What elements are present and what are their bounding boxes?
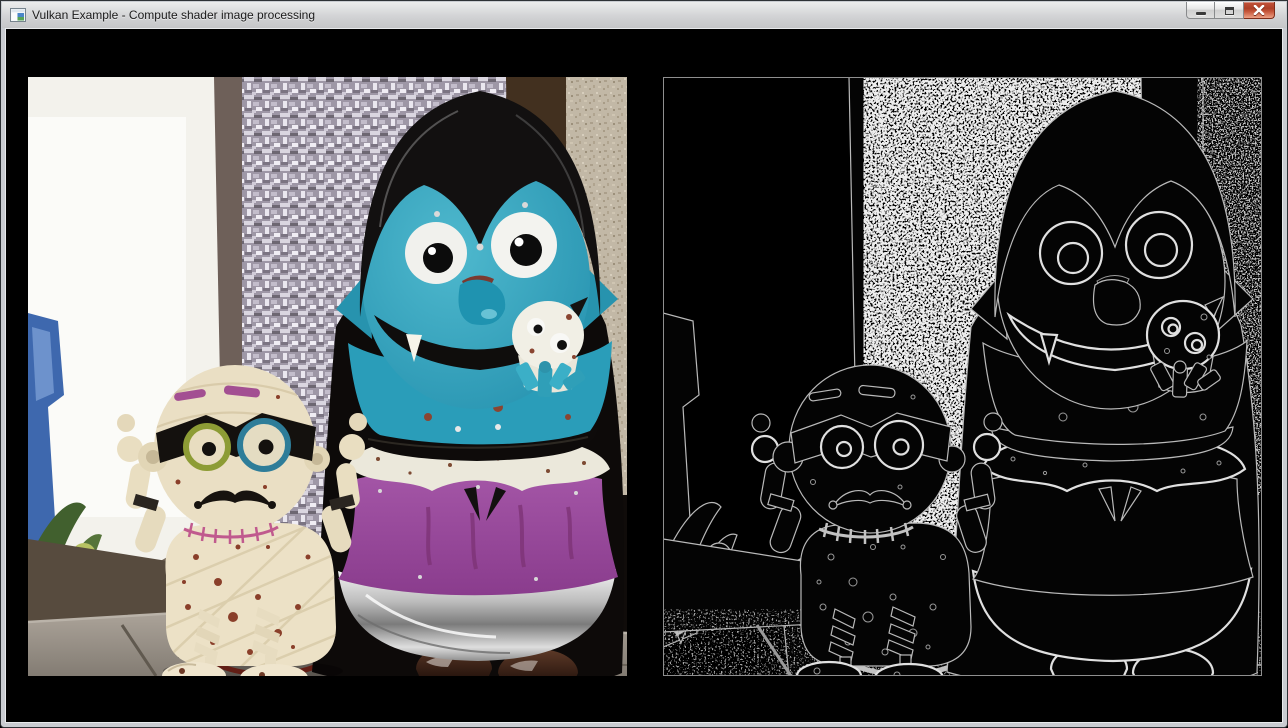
window-title: Vulkan Example - Compute shader image pr… <box>32 8 315 22</box>
processed-image-panel <box>663 77 1262 676</box>
app-window: Vulkan Example - Compute shader image pr… <box>0 0 1288 728</box>
minimize-icon <box>1196 12 1206 15</box>
maximize-icon <box>1225 7 1234 15</box>
minimize-button[interactable] <box>1186 2 1215 19</box>
ghost-figure <box>1147 297 1223 397</box>
maximize-button[interactable] <box>1215 2 1244 19</box>
purple-dress <box>973 467 1253 595</box>
source-image-panel <box>28 77 627 676</box>
mummy-body <box>800 523 971 666</box>
close-button[interactable] <box>1244 2 1275 19</box>
client-area <box>5 28 1283 723</box>
window-controls <box>1186 2 1275 19</box>
app-icon[interactable] <box>10 7 26 23</box>
processed-image <box>663 77 1262 676</box>
titlebar[interactable]: Vulkan Example - Compute shader image pr… <box>2 2 1286 28</box>
close-icon <box>1253 5 1265 15</box>
application-window-icon <box>10 7 26 23</box>
source-image <box>28 77 627 676</box>
ghost-figure <box>512 297 588 397</box>
